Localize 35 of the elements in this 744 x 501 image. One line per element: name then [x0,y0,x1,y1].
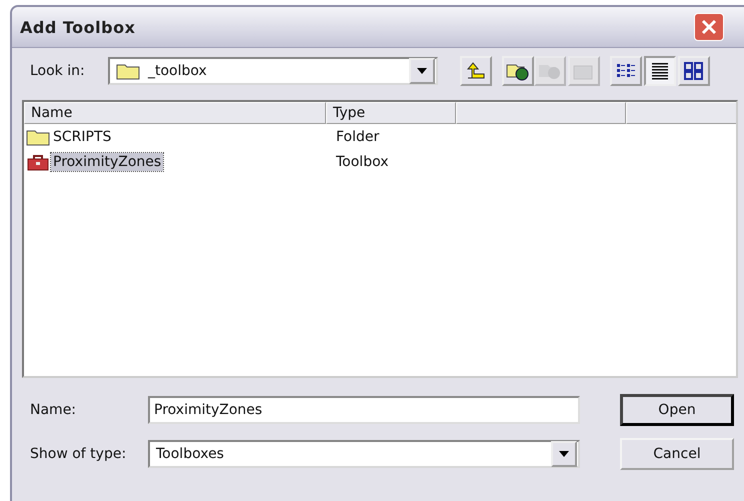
column-header[interactable] [456,102,626,124]
open-button[interactable]: Open [620,394,734,426]
file-name[interactable]: SCRIPTS [51,128,114,146]
thumbnails-button[interactable] [678,56,710,86]
look-in-label: Look in: [30,63,86,79]
column-header[interactable] [626,102,736,124]
list-view-icon [616,62,636,80]
toolbox-icon [26,152,50,170]
folder-icon [26,128,50,146]
details-view-icon [651,62,669,80]
type-label: Show of type: [30,446,128,462]
column-header[interactable]: Name [24,102,326,124]
close-icon [700,18,718,36]
details-button[interactable] [644,56,676,86]
caret-icon [417,68,427,74]
list-button[interactable] [610,56,642,86]
dropdown-arrow-button[interactable] [551,441,577,467]
connect-button[interactable] [502,56,534,86]
close-button[interactable] [694,13,724,41]
cancel-button[interactable]: Cancel [620,438,734,470]
name-field[interactable]: ProximityZones [148,396,580,424]
window-title: Add Toolbox [20,18,136,36]
name-label: Name: [30,402,78,418]
file-name[interactable]: ProximityZones [51,152,164,170]
thumbnails-icon [684,62,704,80]
type-dropdown[interactable]: Toolboxes [148,440,580,468]
file-type: Folder [335,128,380,144]
folder-icon [116,62,140,80]
up-button[interactable] [460,56,492,86]
look-in-dropdown[interactable]: _toolbox [108,57,438,85]
column-header[interactable]: Type [326,102,456,124]
dropdown-arrow-button[interactable] [409,58,435,84]
up-folder-icon [465,62,487,80]
file-type: Toolbox [335,154,388,170]
caret-icon [559,451,569,457]
